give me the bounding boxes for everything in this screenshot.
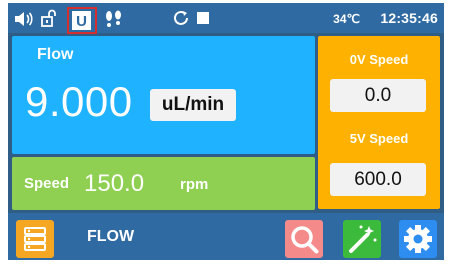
speed-label: Speed (24, 175, 70, 192)
search-button[interactable] (285, 220, 323, 258)
wand-button[interactable] (343, 220, 381, 258)
u-mode-icon[interactable]: U (67, 7, 97, 34)
flow-title: Flow (37, 46, 74, 63)
settings-button[interactable] (399, 220, 437, 258)
flow-panel[interactable]: Flow 9.000 uL/min (12, 36, 315, 154)
unlock-icon[interactable] (40, 9, 58, 32)
speaker-icon[interactable] (14, 11, 34, 32)
analog-speed-panel: 0V Speed 0.0 5V Speed 600.0 (318, 36, 440, 209)
search-icon (285, 220, 323, 260)
flow-unit-button[interactable]: uL/min (150, 89, 236, 121)
clock: 12:35:46 (380, 10, 438, 26)
temperature-readout: 34℃ (333, 12, 360, 26)
zero-v-speed-field[interactable]: 0.0 (330, 79, 426, 112)
menu-list-icon (16, 220, 54, 260)
menu-button[interactable] (16, 220, 54, 258)
settings-gear-icon (399, 220, 437, 260)
flow-value[interactable]: 9.000 (25, 78, 133, 126)
speed-unit: rpm (180, 176, 209, 193)
footprint-icon[interactable] (104, 10, 124, 33)
five-v-speed-field[interactable]: 600.0 (330, 163, 426, 196)
refresh-icon[interactable] (172, 9, 190, 32)
status-bar: U 34℃ 12:35:46 (8, 3, 444, 34)
mode-label: FLOW (87, 228, 135, 245)
zero-v-speed-label: 0V Speed (349, 52, 409, 67)
svg-text:U: U (76, 13, 87, 30)
speed-panel[interactable]: Speed 150.0 rpm (12, 157, 315, 210)
five-v-speed-label: 5V Speed (349, 131, 409, 146)
stop-icon[interactable] (196, 11, 210, 30)
magic-wand-icon (343, 220, 381, 260)
bottom-toolbar: FLOW (8, 213, 444, 260)
speed-value[interactable]: 150.0 (84, 170, 144, 198)
pump-screen: U 34℃ 12:35:46 Flow 9.000 uL/min Speed 1… (8, 3, 444, 260)
